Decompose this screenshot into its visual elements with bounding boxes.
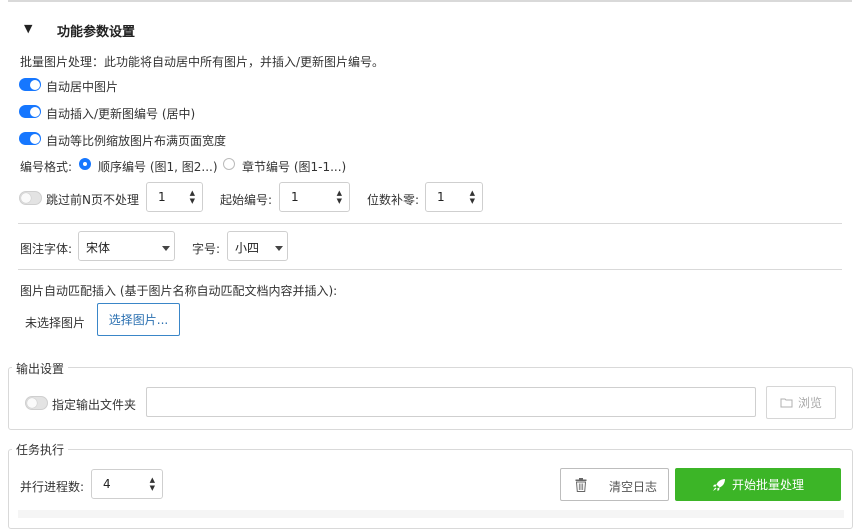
toggle-auto-number-label: 自动插入/更新图编号 (居中) (46, 107, 196, 121)
top-divider (8, 0, 852, 2)
image-selection-status: 未选择图片 (25, 316, 86, 330)
caption-font-value: 宋体 (86, 241, 111, 255)
parallel-process-label: 并行进程数: (20, 480, 85, 494)
padding-stepper[interactable]: 1 ▲ ▼ (425, 182, 483, 212)
radio-sequential[interactable] (79, 158, 91, 170)
skip-pages-value: 1 (158, 190, 166, 204)
stepper-arrows-icon[interactable]: ▲ ▼ (337, 189, 342, 205)
rocket-icon (712, 478, 725, 491)
stepper-arrows-icon[interactable]: ▲ ▼ (190, 189, 195, 205)
start-number-value: 1 (291, 190, 299, 204)
collapse-arrow-icon[interactable]: ▼ (24, 22, 32, 35)
divider (18, 269, 842, 270)
toggle-auto-center-label: 自动居中图片 (46, 80, 119, 94)
task-execution-title: 任务执行 (12, 441, 69, 458)
padding-label: 位数补零: (367, 193, 420, 207)
browse-button[interactable]: 浏览 (766, 386, 836, 419)
output-settings-title: 输出设置 (12, 360, 69, 377)
font-size-label: 字号: (192, 242, 221, 256)
auto-match-label: 图片自动匹配插入 (基于图片名称自动匹配文档内容并插入): (20, 284, 338, 298)
output-folder-label: 指定输出文件夹 (52, 398, 137, 412)
radio-sequential-label[interactable]: 顺序编号 (图1, 图2...) (98, 158, 218, 175)
radio-chapter[interactable] (223, 158, 235, 170)
stepper-arrows-icon[interactable]: ▲ ▼ (150, 476, 155, 492)
font-size-select[interactable]: 小四 (227, 231, 288, 261)
font-size-value: 小四 (235, 241, 260, 255)
toggle-output-folder[interactable] (25, 396, 48, 410)
caption-font-select[interactable]: 宋体 (78, 231, 175, 261)
start-batch-label: 开始批量处理 (731, 478, 804, 492)
skip-pages-label: 跳过前N页不处理 (46, 193, 139, 207)
start-number-label: 起始编号: (220, 193, 273, 207)
select-images-button[interactable]: 选择图片... (97, 303, 180, 336)
toggle-skip-pages[interactable] (19, 191, 42, 205)
clear-log-button[interactable]: 清空日志 (560, 468, 669, 501)
caption-font-label: 图注字体: (20, 242, 73, 256)
parallel-process-value: 4 (103, 477, 111, 491)
parallel-process-stepper[interactable]: 4 ▲ ▼ (91, 469, 163, 499)
divider (18, 223, 842, 224)
toggle-auto-scale[interactable] (19, 132, 41, 145)
start-batch-button[interactable]: 开始批量处理 (675, 468, 841, 501)
numbering-format-label: 编号格式: (20, 160, 73, 174)
folder-icon (780, 398, 793, 408)
section-title: 功能参数设置 (57, 25, 136, 40)
feature-description: 批量图片处理：此功能将自动居中所有图片，并插入/更新图片编号。 (20, 55, 385, 69)
toggle-auto-scale-label: 自动等比例缩放图片布满页面宽度 (46, 134, 227, 148)
padding-value: 1 (437, 190, 445, 204)
start-number-stepper[interactable]: 1 ▲ ▼ (279, 182, 350, 212)
toggle-auto-center[interactable] (19, 78, 41, 91)
output-folder-input[interactable] (146, 387, 756, 417)
stepper-arrows-icon[interactable]: ▲ ▼ (470, 189, 475, 205)
browse-button-label: 浏览 (797, 396, 822, 410)
chevron-down-icon (275, 246, 283, 251)
chevron-down-icon (162, 246, 170, 251)
log-area (18, 510, 844, 518)
trash-icon (575, 478, 587, 492)
radio-chapter-label[interactable]: 章节编号 (图1-1...) (242, 158, 346, 175)
clear-log-label: 清空日志 (609, 480, 658, 494)
toggle-auto-number[interactable] (19, 105, 41, 118)
skip-pages-stepper[interactable]: 1 ▲ ▼ (146, 182, 203, 212)
